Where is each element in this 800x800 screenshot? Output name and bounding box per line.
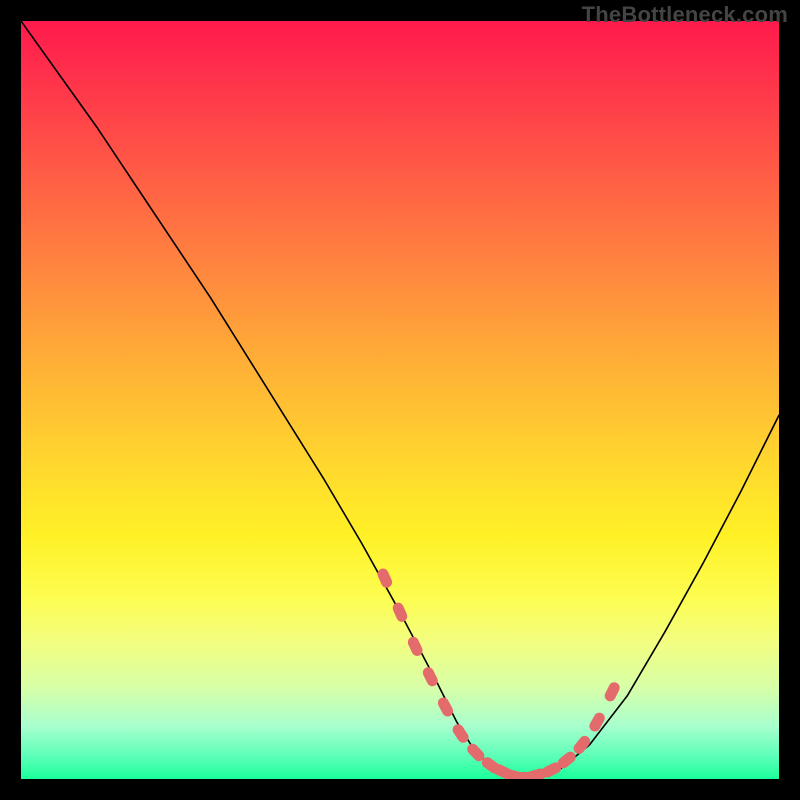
highlight-marker bbox=[436, 696, 455, 719]
watermark-text: TheBottleneck.com bbox=[582, 2, 788, 28]
highlight-marker bbox=[376, 567, 394, 590]
bottleneck-curve-right-tail bbox=[627, 415, 779, 695]
highlight-marker-group bbox=[376, 567, 622, 779]
chart-svg bbox=[21, 21, 779, 779]
highlight-marker bbox=[391, 601, 409, 624]
highlight-marker bbox=[603, 680, 622, 703]
highlight-marker bbox=[421, 665, 440, 688]
bottleneck-curve bbox=[21, 21, 779, 778]
chart-plot-area bbox=[21, 21, 779, 779]
highlight-marker bbox=[587, 711, 606, 734]
highlight-marker bbox=[450, 722, 470, 745]
